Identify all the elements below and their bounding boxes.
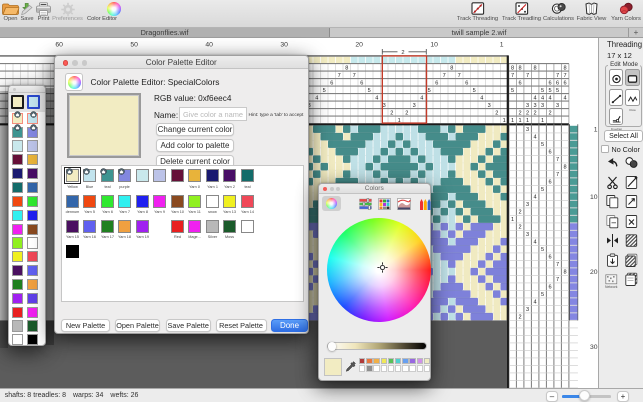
svg-text:1: 1 [503, 118, 506, 124]
svg-text:4: 4 [375, 95, 378, 101]
svg-text:2: 2 [519, 210, 522, 216]
svg-text:5: 5 [541, 247, 544, 253]
svg-text:3: 3 [413, 103, 416, 109]
svg-text:2: 2 [390, 110, 393, 116]
svg-text:2: 2 [519, 225, 522, 231]
svg-text:1: 1 [511, 118, 514, 124]
svg-text:4: 4 [549, 95, 552, 101]
svg-text:5: 5 [556, 88, 559, 94]
svg-text:6: 6 [556, 80, 559, 86]
svg-text:60: 60 [55, 42, 63, 49]
svg-text:20: 20 [355, 42, 363, 49]
svg-text:3: 3 [526, 127, 529, 133]
svg-text:8: 8 [564, 270, 567, 276]
svg-text:3: 3 [541, 103, 544, 109]
svg-text:6: 6 [360, 80, 363, 86]
svg-text:10: 10 [430, 42, 438, 49]
svg-text:2: 2 [519, 315, 522, 321]
svg-text:1: 1 [519, 118, 522, 124]
svg-text:10: 10 [590, 194, 598, 201]
svg-text:20: 20 [590, 269, 598, 276]
svg-text:30: 30 [590, 344, 598, 351]
svg-text:8: 8 [564, 65, 567, 71]
svg-text:1: 1 [511, 217, 514, 223]
svg-text:4: 4 [534, 240, 537, 246]
svg-text:5: 5 [511, 88, 514, 94]
svg-text:8: 8 [450, 65, 453, 71]
svg-text:3: 3 [488, 103, 491, 109]
svg-text:5: 5 [541, 142, 544, 148]
svg-text:7: 7 [526, 73, 529, 79]
svg-text:7: 7 [353, 73, 356, 79]
svg-text:1: 1 [500, 42, 504, 49]
svg-text:7: 7 [338, 73, 341, 79]
svg-text:4: 4 [480, 95, 483, 101]
svg-text:3: 3 [526, 307, 529, 313]
svg-text:3: 3 [526, 202, 529, 208]
svg-text:4: 4 [420, 95, 423, 101]
svg-text:2: 2 [526, 110, 529, 116]
svg-text:5: 5 [549, 88, 552, 94]
svg-text:5: 5 [541, 88, 544, 94]
svg-text:2: 2 [401, 50, 404, 56]
svg-text:6: 6 [549, 80, 552, 86]
svg-text:8: 8 [511, 65, 514, 71]
svg-text:6: 6 [330, 80, 333, 86]
svg-text:5: 5 [428, 88, 431, 94]
svg-text:3: 3 [526, 232, 529, 238]
svg-text:7: 7 [564, 73, 567, 79]
svg-text:2: 2 [495, 110, 498, 116]
svg-text:7: 7 [556, 73, 559, 79]
svg-text:6: 6 [564, 80, 567, 86]
svg-text:7: 7 [511, 73, 514, 79]
svg-text:1: 1 [541, 118, 544, 124]
svg-text:4: 4 [534, 195, 537, 201]
svg-text:2: 2 [405, 110, 408, 116]
svg-text:7: 7 [458, 73, 461, 79]
svg-text:4: 4 [534, 95, 537, 101]
svg-text:5: 5 [368, 88, 371, 94]
svg-text:40: 40 [205, 42, 213, 49]
svg-text:7: 7 [556, 277, 559, 283]
svg-text:3: 3 [534, 103, 537, 109]
svg-text:6: 6 [465, 80, 468, 86]
svg-text:5: 5 [473, 88, 476, 94]
svg-text:2: 2 [549, 110, 552, 116]
svg-text:1: 1 [526, 118, 529, 124]
svg-text:5: 5 [541, 292, 544, 298]
svg-text:7: 7 [556, 172, 559, 178]
svg-text:4: 4 [541, 95, 544, 101]
svg-text:30: 30 [280, 42, 288, 49]
svg-text:3: 3 [383, 103, 386, 109]
svg-text:2: 2 [534, 110, 537, 116]
svg-text:6: 6 [519, 80, 522, 86]
svg-text:8: 8 [564, 165, 567, 171]
svg-text:4: 4 [315, 95, 318, 101]
svg-text:8: 8 [345, 65, 348, 71]
svg-text:50: 50 [130, 42, 138, 49]
svg-text:5: 5 [323, 88, 326, 94]
svg-text:5: 5 [541, 187, 544, 193]
svg-text:6: 6 [549, 180, 552, 186]
svg-text:2: 2 [519, 110, 522, 116]
svg-text:7: 7 [556, 157, 559, 163]
svg-text:4: 4 [534, 300, 537, 306]
svg-text:8: 8 [534, 65, 537, 71]
svg-text:7: 7 [556, 262, 559, 268]
svg-text:6: 6 [549, 285, 552, 291]
svg-text:4: 4 [534, 135, 537, 141]
svg-text:3: 3 [526, 103, 529, 109]
svg-text:8: 8 [519, 65, 522, 71]
svg-text:6: 6 [549, 255, 552, 261]
svg-text:6: 6 [549, 150, 552, 156]
svg-text:7: 7 [443, 73, 446, 79]
svg-text:3: 3 [556, 103, 559, 109]
svg-text:4: 4 [564, 95, 567, 101]
svg-text:6: 6 [435, 80, 438, 86]
